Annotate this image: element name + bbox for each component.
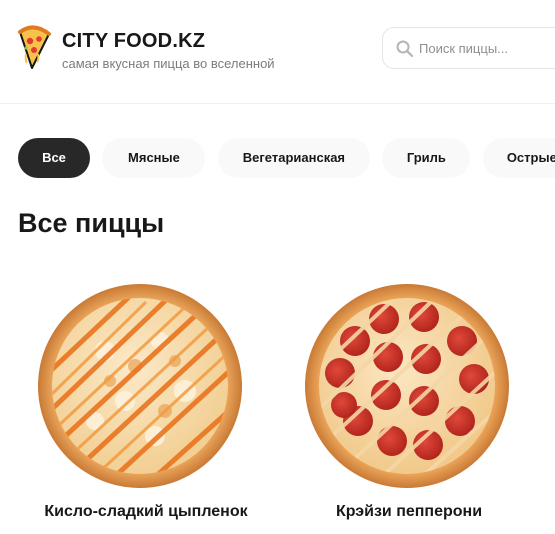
category-vegetarian[interactable]: Вегетарианская	[217, 138, 370, 178]
brand-title[interactable]: CITY FOOD.KZ	[62, 30, 205, 53]
section-title: Все пиццы	[18, 208, 165, 238]
pizza-chicken-image[interactable]	[35, 281, 245, 491]
search-box[interactable]	[382, 27, 555, 69]
category-all[interactable]: Все	[18, 138, 90, 178]
pizza-pepperoni-image[interactable]	[302, 281, 512, 491]
pizza-slice-icon[interactable]	[16, 24, 52, 70]
category-spicy[interactable]: Острые	[482, 138, 555, 178]
category-meat[interactable]: Мясные	[102, 138, 206, 178]
header: CITY FOOD.KZ самая вкусная пицца во всел…	[0, 0, 555, 104]
pizza-name[interactable]: Кисло-сладкий цыпленок	[0, 503, 292, 521]
category-tabs: Все Мясные Вегетарианская Гриль Острые	[18, 138, 555, 178]
search-icon	[396, 40, 414, 58]
category-grill[interactable]: Гриль	[382, 138, 471, 178]
pizza-name[interactable]: Крэйзи пепперони	[263, 503, 555, 521]
search-input[interactable]	[419, 29, 555, 67]
brand-subtitle: самая вкусная пицца во вселенной	[62, 56, 275, 71]
